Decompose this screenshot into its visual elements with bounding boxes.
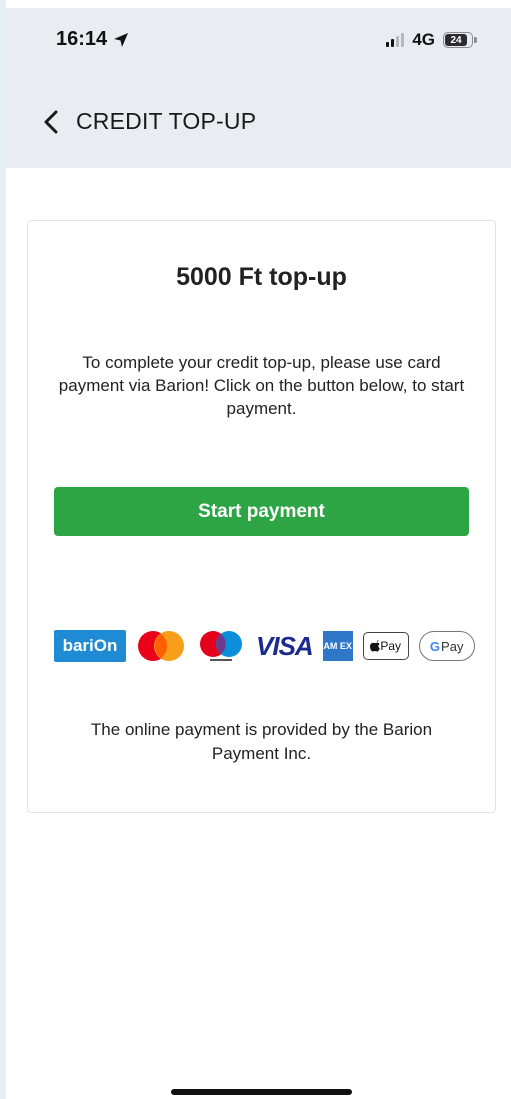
instructions-text: To complete your credit top-up, please u… xyxy=(58,353,465,418)
mastercard-logo xyxy=(138,631,184,661)
time-label: 16:14 xyxy=(56,28,108,50)
google-pay-logo: G Pay xyxy=(418,631,475,661)
google-g-icon: G xyxy=(429,638,441,654)
network-type: 4G xyxy=(412,30,435,49)
visa-logo: VISA xyxy=(256,630,314,661)
signal-icon xyxy=(386,33,405,47)
amount-title: 5000 Ft top-up xyxy=(176,263,347,291)
barion-logo: bariOn xyxy=(54,630,126,662)
maestro-logo xyxy=(200,631,242,661)
battery-level: 24 xyxy=(450,34,462,46)
google-pay-label: Pay xyxy=(441,638,464,654)
apple-pay-label: Pay xyxy=(380,639,402,653)
location-arrow-icon xyxy=(113,32,129,48)
top-strip xyxy=(6,0,511,8)
apple-icon xyxy=(370,640,381,652)
status-indicators: 4G 24 xyxy=(386,30,477,50)
battery-icon: 24 xyxy=(443,32,477,48)
payment-logos: bariOn VISA AM EX Pay G Pay xyxy=(54,629,475,663)
provider-text: The online payment is provided by the Ba… xyxy=(90,720,433,763)
apple-pay-logo: Pay xyxy=(362,632,409,660)
page-title: CREDIT TOP-UP xyxy=(76,108,257,134)
navigation-bar: CREDIT TOP-UP xyxy=(44,108,256,135)
home-indicator[interactable] xyxy=(171,1089,352,1095)
amex-logo: AM EX xyxy=(322,631,353,661)
start-payment-button[interactable]: Start payment xyxy=(54,487,469,536)
status-time: 16:14 xyxy=(56,28,129,51)
payment-card: 5000 Ft top-up To complete your credit t… xyxy=(27,220,496,813)
back-chevron-icon[interactable] xyxy=(44,110,58,134)
